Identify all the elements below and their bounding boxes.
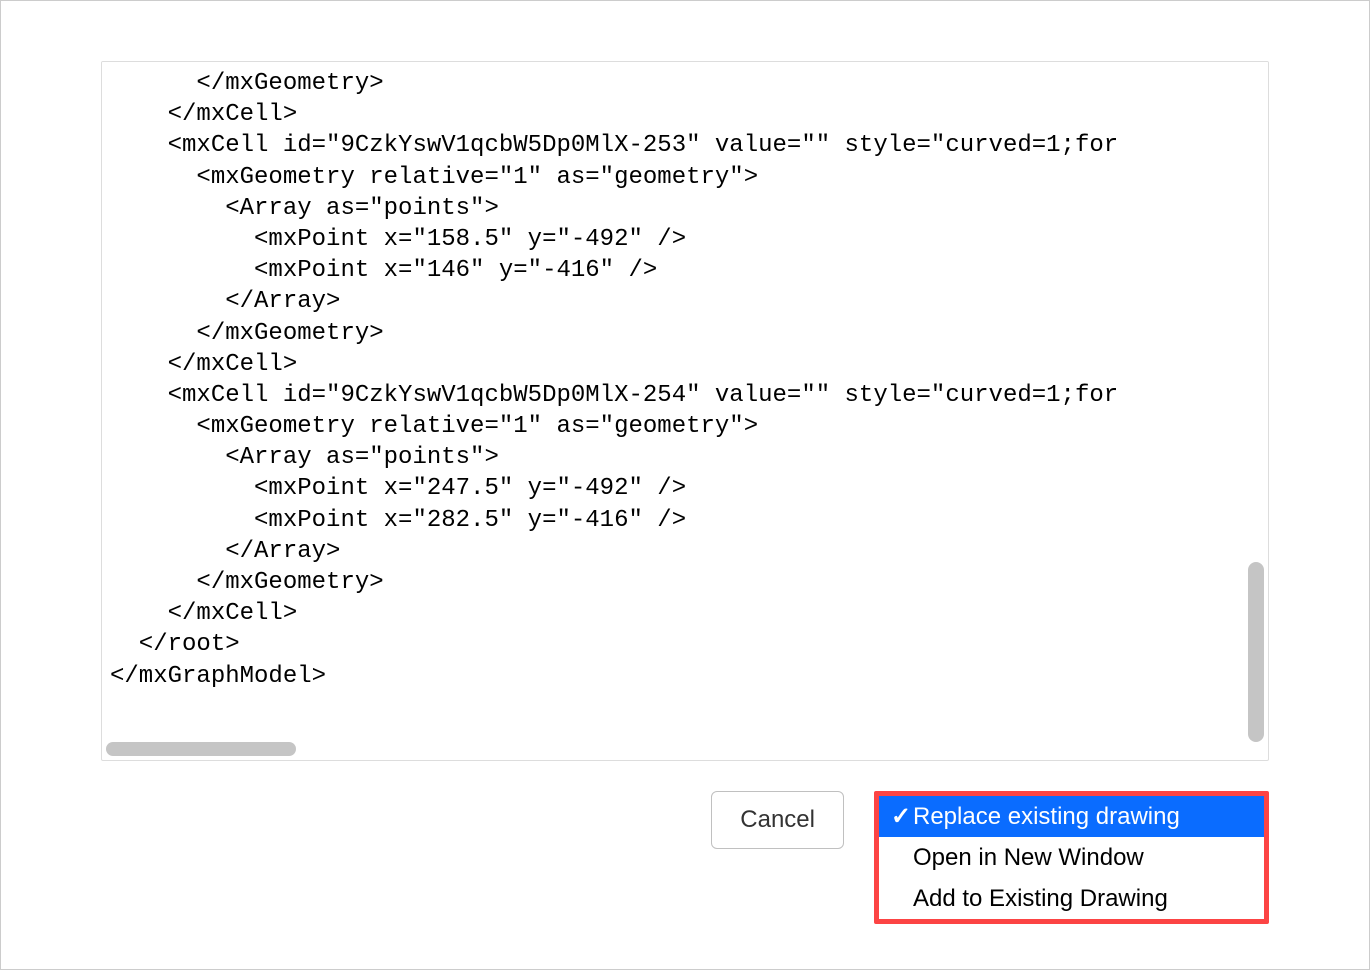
dropdown-option-label: Open in New Window [913, 844, 1144, 872]
dropdown-option-label: Replace existing drawing [913, 803, 1180, 831]
dropdown-option-label: Add to Existing Drawing [913, 885, 1168, 913]
checkmark-icon: ✓ [889, 802, 913, 831]
cancel-button[interactable]: Cancel [711, 791, 844, 849]
dropdown-menu: ✓ Replace existing drawing ✓ Open in New… [874, 791, 1269, 924]
horizontal-scrollbar[interactable] [106, 742, 296, 756]
dialog-button-row: Cancel ✓ Replace existing drawing ✓ Open… [1, 791, 1269, 924]
import-mode-dropdown[interactable]: ✓ Replace existing drawing ✓ Open in New… [874, 791, 1269, 924]
code-textarea-wrapper [101, 61, 1269, 761]
dropdown-option-add-existing[interactable]: ✓ Add to Existing Drawing [879, 878, 1264, 919]
dropdown-option-replace[interactable]: ✓ Replace existing drawing [879, 796, 1264, 837]
vertical-scrollbar[interactable] [1248, 562, 1264, 742]
edit-diagram-dialog: OK Cancel ✓ Replace existing drawing ✓ O… [0, 0, 1370, 970]
dropdown-option-new-window[interactable]: ✓ Open in New Window [879, 837, 1264, 878]
diagram-xml-textarea[interactable] [102, 62, 1268, 740]
